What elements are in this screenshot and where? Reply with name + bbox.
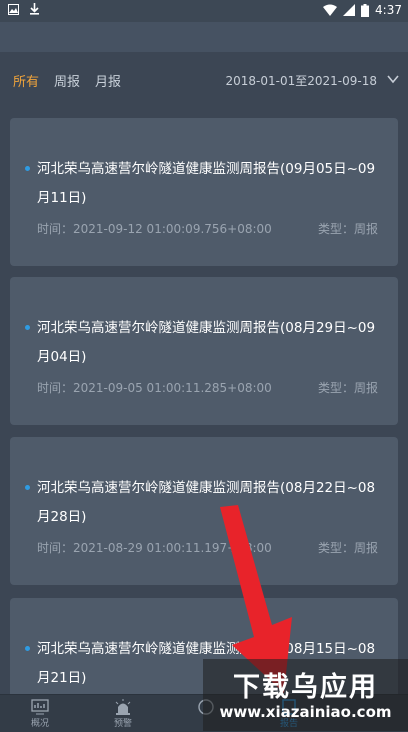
app-bar	[0, 22, 408, 52]
status-bar: 4:37	[0, 0, 408, 22]
report-title: 河北荣乌高速营尔岭隧道健康监测周报告(08月29日~09月04日)	[37, 320, 376, 365]
wifi-icon	[323, 4, 338, 16]
nav-alarm[interactable]: 预警	[93, 699, 153, 729]
report-type: 类型：周报	[317, 541, 378, 555]
date-range-picker[interactable]: 2018-01-01至2021-09-18	[226, 72, 377, 89]
report-meta: 时间：2021-09-12 01:00:09.756+08:00 类型：周报	[37, 220, 378, 237]
report-card[interactable]: 河北荣乌高速营尔岭隧道健康监测周报告(08月29日~09月04日) 时间：202…	[10, 277, 398, 425]
status-time: 4:37	[375, 3, 402, 17]
download-notification-icon	[30, 3, 39, 15]
report-card[interactable]: 河北荣乌高速营尔岭隧道健康监测周报告(09月05日~09月11日) 时间：202…	[10, 118, 398, 266]
bullet-dot	[25, 646, 30, 651]
report-card[interactable]: 河北荣乌高速营尔岭隧道健康监测周报告(08月22日~08月28日) 时间：202…	[10, 437, 398, 585]
filter-bar: 所有 周报 月报 2018-01-01至2021-09-18	[0, 52, 408, 105]
report-title: 河北荣乌高速营尔岭隧道健康监测周报告(09月05日~09月11日)	[37, 161, 376, 206]
nav-alarm-label: 预警	[113, 719, 132, 729]
bullet-dot	[25, 485, 30, 490]
battery-icon	[361, 3, 370, 17]
watermark-url: www.xiazainiao.com	[219, 703, 392, 721]
nav-overview[interactable]: 概况	[10, 699, 70, 729]
report-type: 类型：周报	[317, 381, 378, 395]
tab-all[interactable]: 所有	[13, 71, 39, 90]
bullet-dot	[25, 325, 30, 330]
watermark: 下载乌应用 www.xiazainiao.com	[203, 659, 408, 731]
overview-icon	[31, 699, 49, 715]
tab-monthly[interactable]: 月报	[95, 71, 121, 90]
watermark-text: 下载乌应用	[233, 672, 378, 703]
report-list: 河北荣乌高速营尔岭隧道健康监测周报告(09月05日~09月11日) 时间：202…	[0, 104, 408, 694]
image-notification-icon	[8, 3, 19, 15]
alarm-icon	[115, 699, 131, 715]
report-meta: 时间：2021-08-29 01:00:11.197+08:00 类型：周报	[37, 539, 378, 556]
signal-icon	[343, 4, 356, 16]
report-time: 时间：2021-09-05 01:00:11.285+08:00	[37, 381, 272, 395]
tab-weekly[interactable]: 周报	[54, 71, 80, 90]
report-time: 时间：2021-09-12 01:00:09.756+08:00	[37, 222, 272, 236]
report-meta: 时间：2021-09-05 01:00:11.285+08:00 类型：周报	[37, 379, 378, 396]
chevron-down-icon[interactable]	[386, 72, 400, 86]
report-type: 类型：周报	[317, 222, 378, 236]
nav-overview-label: 概况	[30, 719, 49, 729]
bullet-dot	[25, 166, 30, 171]
